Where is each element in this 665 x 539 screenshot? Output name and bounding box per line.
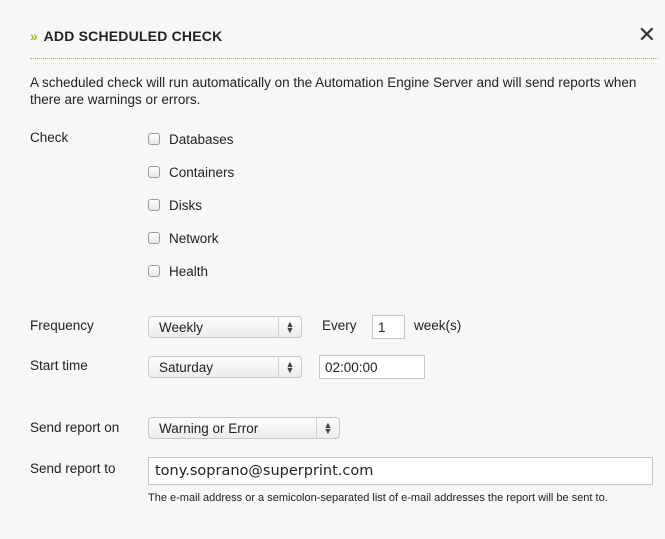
start-time-label: Start time: [30, 358, 88, 373]
check-option-network[interactable]: Network: [148, 229, 219, 247]
close-icon[interactable]: ✕: [638, 24, 656, 46]
disks-label: Disks: [169, 197, 202, 213]
send-report-to-label: Send report to: [30, 461, 116, 476]
network-label: Network: [169, 230, 219, 246]
dialog-intro-text: A scheduled check will run automatically…: [30, 75, 637, 107]
up-down-arrows-icon: ▲ ▼: [278, 357, 301, 377]
health-checkbox[interactable]: [148, 265, 160, 277]
start-time-input[interactable]: 02:00:00: [319, 355, 425, 379]
check-option-disks[interactable]: Disks: [148, 196, 202, 214]
frequency-label: Frequency: [30, 318, 94, 333]
check-option-databases[interactable]: Databases: [148, 130, 234, 148]
dialog-title: » ADD SCHEDULED CHECK: [30, 28, 222, 44]
add-scheduled-check-dialog: » ADD SCHEDULED CHECK ✕ A scheduled chec…: [0, 0, 665, 539]
containers-label: Containers: [169, 164, 235, 180]
every-count-input[interactable]: 1: [372, 315, 405, 339]
check-option-health[interactable]: Health: [148, 262, 208, 280]
start-day-selected-value: Saturday: [159, 359, 214, 375]
dialog-title-text: ADD SCHEDULED CHECK: [43, 28, 223, 44]
up-down-arrows-icon: ▲ ▼: [278, 317, 301, 337]
disks-checkbox[interactable]: [148, 199, 160, 211]
frequency-select[interactable]: Weekly ▲ ▼: [148, 316, 302, 338]
up-down-arrows-icon: ▲ ▼: [316, 418, 339, 438]
every-label: Every: [322, 318, 357, 333]
send-report-on-label: Send report on: [30, 420, 120, 435]
health-label: Health: [169, 263, 209, 279]
email-recipients-input[interactable]: tony.soprano@superprint.com: [148, 457, 653, 485]
network-checkbox[interactable]: [148, 232, 160, 244]
send-report-on-selected-value: Warning or Error: [159, 420, 259, 436]
check-label: Check: [30, 130, 69, 145]
send-report-on-select[interactable]: Warning or Error ▲ ▼: [148, 417, 340, 439]
dialog-header: » ADD SCHEDULED CHECK ✕: [30, 24, 658, 59]
check-option-containers[interactable]: Containers: [148, 163, 234, 181]
databases-checkbox[interactable]: [148, 133, 160, 145]
frequency-selected-value: Weekly: [159, 319, 204, 335]
databases-label: Databases: [169, 131, 234, 147]
containers-checkbox[interactable]: [148, 166, 160, 178]
start-day-select[interactable]: Saturday ▲ ▼: [148, 356, 302, 378]
unit-label: week(s): [414, 318, 462, 333]
email-hint-text: The e-mail address or a semicolon-separa…: [148, 492, 608, 504]
title-chevron-icon: »: [30, 28, 38, 44]
